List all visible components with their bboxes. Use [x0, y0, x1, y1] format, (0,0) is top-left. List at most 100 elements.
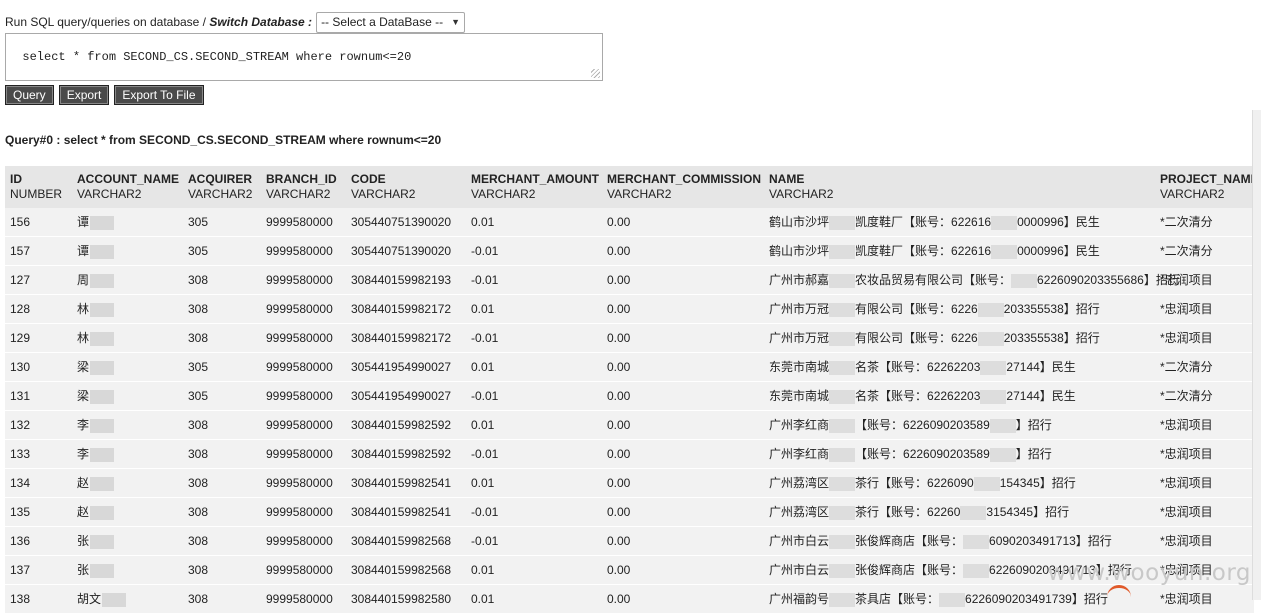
table-row[interactable]: 128 林 308 9999580000 308440159982172 0.01 0.00… [5, 295, 1254, 324]
redaction-mask [980, 389, 1007, 404]
column-header-merchant-commission[interactable]: MERCHANT_COMMISSION VARCHAR2 [607, 172, 761, 202]
cell-branch-id: 9999580000 [266, 208, 333, 236]
cell-project-name: *二次清分 [1160, 382, 1213, 410]
table-row[interactable]: 157 谭 305 9999580000 305440751390020 -0.01 0.0… [5, 237, 1254, 266]
cell-project-name: *二次清分 [1160, 208, 1213, 236]
cell-account-name-text: 张 [77, 563, 90, 577]
table-row[interactable]: 134 赵 308 9999580000 308440159982541 0.01 0.00… [5, 469, 1254, 498]
cell-name: 东莞市南城 名茶【账号：62262203 27144】民生 [769, 382, 1076, 410]
column-header-account-name[interactable]: ACCOUNT_NAME VARCHAR2 [77, 172, 179, 202]
cell-branch-id-text: 9999580000 [266, 505, 333, 519]
vertical-scrollbar[interactable] [1252, 110, 1261, 600]
cell-id-text: 156 [10, 215, 31, 229]
export-to-file-button[interactable]: Export To File [114, 85, 204, 105]
table-row[interactable]: 136 张 308 9999580000 308440159982568 -0.01 0.0… [5, 527, 1254, 556]
cell-id-text: 138 [10, 592, 31, 606]
redaction-mask [829, 476, 856, 491]
cell-project-name-text: *忠润项目 [1160, 592, 1213, 606]
cell-name: 广州李红商 【账号：6226090203589 】招行 [769, 411, 1052, 439]
cell-branch-id-text: 9999580000 [266, 447, 333, 461]
cell-project-name-text: *二次清分 [1160, 360, 1213, 374]
cell-merchant-amount-text: -0.01 [471, 331, 499, 345]
redaction-mask [90, 244, 115, 259]
prompt-label: Run SQL query/queries on database / Swit… [5, 15, 312, 29]
name-part: 鹤山市沙坪 [769, 244, 830, 258]
table-row[interactable]: 127 周 308 9999580000 308440159982193 -0.01 0.0… [5, 266, 1254, 295]
export-button[interactable]: Export [58, 85, 110, 105]
column-header-name[interactable]: NAME VARCHAR2 [769, 172, 833, 202]
name-part: 广州李红商 [769, 418, 830, 432]
cell-name: 鹤山市沙坪 凯度鞋厂【账号：622616 0000996】民生 [769, 237, 1100, 265]
column-header-code[interactable]: CODE VARCHAR2 [351, 172, 415, 202]
cell-code: 308440159982172 [351, 295, 451, 323]
cell-acquirer: 308 [188, 324, 208, 352]
cell-merchant-commission: 0.00 [607, 237, 630, 265]
cell-code-text: 308440159982580 [351, 592, 452, 606]
cell-acquirer: 305 [188, 237, 208, 265]
table-row[interactable]: 156 谭 305 9999580000 305440751390020 0.01 0.00… [5, 208, 1254, 237]
cell-code-text: 305440751390020 [351, 244, 452, 258]
cell-acquirer: 308 [188, 266, 208, 294]
name-part: 27144】民生 [1006, 389, 1076, 403]
name-part: 广州市白云 [769, 563, 830, 577]
switch-db-label: Switch Database : [209, 15, 313, 29]
column-header-project-name[interactable]: PROJECT_NAME VARCHAR2 [1160, 172, 1259, 202]
cell-acquirer-text: 308 [188, 302, 209, 316]
cell-project-name-text: *二次清分 [1160, 215, 1213, 229]
cell-project-name-text: *二次清分 [1160, 389, 1213, 403]
cell-merchant-commission: 0.00 [607, 324, 630, 352]
cell-merchant-amount-text: -0.01 [471, 273, 499, 287]
table-row[interactable]: 133 李 308 9999580000 308440159982592 -0.01 0.0… [5, 440, 1254, 469]
query-button[interactable]: Query [5, 85, 54, 105]
table-row[interactable]: 129 林 308 9999580000 308440159982172 -0.01 0.0… [5, 324, 1254, 353]
cell-merchant-amount: -0.01 [471, 382, 498, 410]
cell-project-name-text: *二次清分 [1160, 244, 1213, 258]
cell-merchant-commission: 0.00 [607, 469, 630, 497]
table-row[interactable]: 130 梁 305 9999580000 305441954990027 0.01 0.00… [5, 353, 1254, 382]
cell-project-name-text: *忠润项目 [1160, 476, 1213, 490]
redaction-mask [829, 418, 856, 433]
cell-id-text: 137 [10, 563, 31, 577]
cell-account-name-text: 谭 [77, 244, 90, 258]
column-header-id[interactable]: ID NUMBER [10, 172, 62, 202]
table-row[interactable]: 135 赵 308 9999580000 308440159982541 -0.01 0.0… [5, 498, 1254, 527]
cell-acquirer-text: 308 [188, 447, 209, 461]
cell-merchant-commission: 0.00 [607, 266, 630, 294]
cell-merchant-commission-text: 0.00 [607, 389, 631, 403]
cell-merchant-amount: 0.01 [471, 353, 494, 381]
redaction-mask [963, 534, 990, 549]
cell-code-text: 308440159982172 [351, 302, 452, 316]
cell-merchant-commission-text: 0.00 [607, 563, 631, 577]
cell-name: 东莞市南城 名茶【账号：62262203 27144】民生 [769, 353, 1076, 381]
name-part: 凯度鞋厂【账号：622616 [855, 244, 992, 258]
cell-merchant-commission-text: 0.00 [607, 302, 631, 316]
cell-acquirer-text: 308 [188, 505, 209, 519]
cell-merchant-amount: -0.01 [471, 266, 498, 294]
cell-branch-id: 9999580000 [266, 266, 333, 294]
cell-account-name-text: 赵 [77, 476, 90, 490]
table-row[interactable]: 132 李 308 9999580000 308440159982592 0.01 0.00… [5, 411, 1254, 440]
redaction-mask [977, 302, 1004, 317]
cell-account-name: 林 [77, 324, 115, 352]
cell-branch-id-text: 9999580000 [266, 389, 333, 403]
column-header-merchant-amount[interactable]: MERCHANT_AMOUNT VARCHAR2 [471, 172, 599, 202]
redaction-mask [989, 447, 1016, 462]
column-header-acquirer[interactable]: ACQUIRER VARCHAR2 [188, 172, 252, 202]
cell-merchant-amount: -0.01 [471, 237, 498, 265]
column-header-branch-id[interactable]: BRANCH_ID VARCHAR2 [266, 172, 337, 202]
resize-grip-icon[interactable] [591, 69, 600, 78]
table-row[interactable]: 131 梁 305 9999580000 305441954990027 -0.01 0.0… [5, 382, 1254, 411]
cell-merchant-amount: -0.01 [471, 440, 498, 468]
cell-acquirer: 308 [188, 295, 208, 323]
cell-acquirer: 308 [188, 498, 208, 526]
cell-branch-id: 9999580000 [266, 556, 333, 584]
cell-account-name-text: 林 [77, 331, 90, 345]
cell-project-name-text: *忠润项目 [1160, 273, 1213, 287]
redaction-mask [90, 447, 115, 462]
cell-acquirer-text: 308 [188, 331, 209, 345]
name-part: 东莞市南城 [769, 389, 830, 403]
database-select[interactable]: -- Select a DataBase -- ▼ [316, 11, 466, 33]
sql-query-textarea[interactable]: select * from SECOND_CS.SECOND_STREAM wh… [5, 33, 603, 81]
name-part: 广州市万冠 [769, 331, 830, 345]
redaction-mask [829, 244, 856, 259]
